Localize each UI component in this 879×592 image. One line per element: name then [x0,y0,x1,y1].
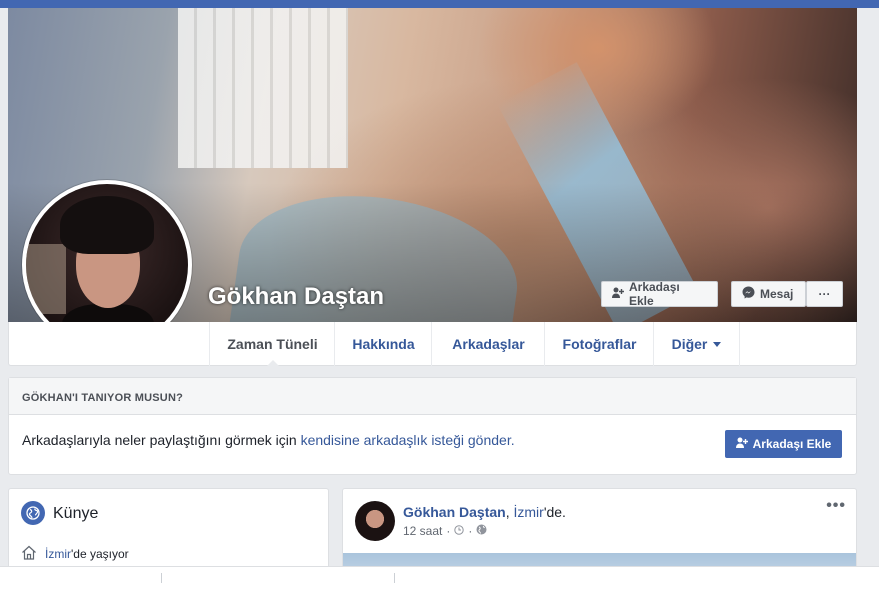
globe-icon [21,501,45,525]
profile-nav-tabs: Zaman Tüneli Hakkında Arkadaşlar Fotoğra… [8,322,857,367]
clock-icon [454,524,465,538]
profile-picture-detail [26,244,66,314]
add-friend-icon [612,287,624,301]
post-location-link[interactable]: İzmir [513,504,543,520]
post-card: Gökhan Daştan, İzmir'de. 12 saat · · ••• [342,488,857,578]
know-person-text-prefix: Arkadaşlarıyla neler paylaştığını görmek… [22,432,301,448]
active-tab-indicator [265,360,280,367]
post-location-suffix: 'de. [543,504,566,520]
tab-timeline[interactable]: Zaman Tüneli [209,322,335,367]
cover-photo-background [178,8,348,168]
meta-separator: · [446,524,451,538]
message-button[interactable]: Mesaj [731,281,806,307]
post-author-avatar[interactable] [355,501,395,541]
chevron-down-icon [713,341,722,347]
know-person-heading: GÖKHAN'I TANIYOR MUSUN? [9,378,856,415]
intro-title: Künye [53,505,99,522]
lives-in-row: İzmir'de yaşıyor [21,545,129,563]
message-label: Mesaj [760,287,794,301]
meta-separator: · [468,524,473,538]
tab-label: Zaman Tüneli [227,336,318,352]
bottom-bar-divider [394,573,395,583]
tab-label: Diğer [671,336,708,352]
send-friend-request-link[interactable]: kendisine arkadaşlık isteği gönder. [301,432,515,448]
tab-label: Arkadaşlar [452,336,525,352]
lives-in-city-link[interactable]: İzmir [45,547,71,561]
more-options-button[interactable]: ··· [806,281,843,307]
lives-in-suffix: 'de yaşıyor [71,547,129,561]
intro-card: Künye İzmir'de yaşıyor [8,488,329,578]
post-meta: 12 saat · · [403,524,487,538]
bottom-bar [0,566,879,592]
more-options-icon: ··· [818,287,831,301]
add-friend-primary-button[interactable]: Arkadaşı Ekle [725,430,842,458]
tab-label: Fotoğraflar [562,336,637,352]
post-timestamp[interactable]: 12 saat [403,524,442,538]
tab-label: Hakkında [352,336,415,352]
public-globe-icon[interactable] [476,524,487,538]
top-nav-bar [0,0,879,8]
post-header: Gökhan Daştan, İzmir'de. [403,504,566,520]
home-icon [21,545,37,563]
bottom-bar-divider [161,573,162,583]
add-friend-icon [735,437,748,451]
post-author-link[interactable]: Gökhan Daştan [403,504,506,520]
post-options-button[interactable]: ••• [826,497,846,515]
know-person-card: GÖKHAN'I TANIYOR MUSUN? Arkadaşlarıyla n… [8,377,857,475]
add-friend-primary-label: Arkadaşı Ekle [752,437,832,451]
tab-about[interactable]: Hakkında [334,322,432,366]
profile-name[interactable]: Gökhan Daştan [208,283,384,311]
messenger-icon [742,286,755,302]
add-friend-label: Arkadaşı Ekle [629,280,680,308]
tab-friends[interactable]: Arkadaşlar [431,322,545,366]
profile-picture-detail [60,196,154,254]
tab-photos[interactable]: Fotoğraflar [544,322,654,366]
add-friend-button[interactable]: Arkadaşı Ekle [601,280,718,308]
know-person-text: Arkadaşlarıyla neler paylaştığını görmek… [22,432,515,448]
tab-more[interactable]: Diğer [653,322,740,366]
